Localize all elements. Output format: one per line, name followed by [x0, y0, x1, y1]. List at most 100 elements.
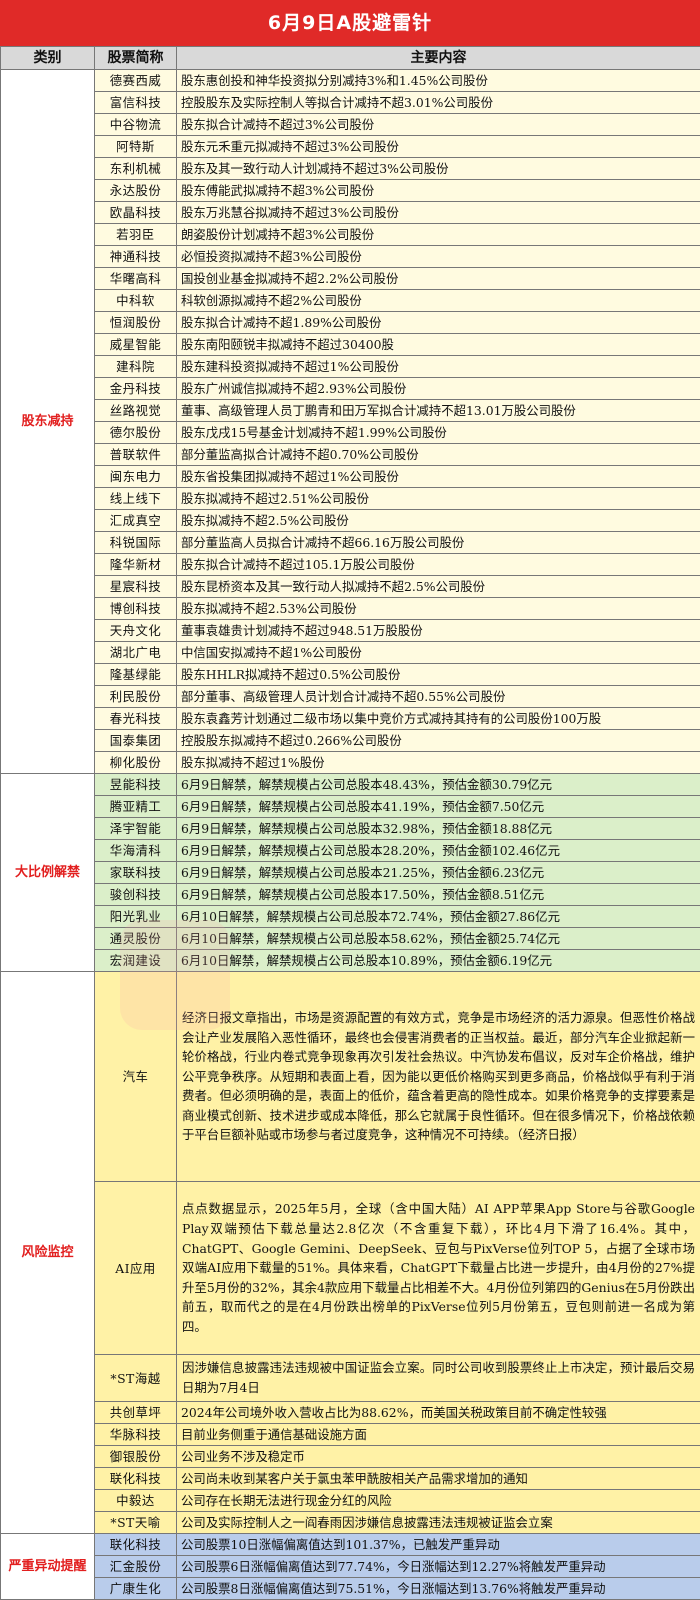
stock-content: 股东省投集团拟减持不超过1%公司股份	[177, 466, 700, 488]
stock-name: 德尔股份	[95, 422, 177, 444]
table-row: 中毅达公司存在长期无法进行现金分红的风险	[1, 1490, 700, 1512]
stock-content: 股东拟合计减持不超1.89%公司股份	[177, 312, 700, 334]
stock-name: 天舟文化	[95, 620, 177, 642]
table-row: 利民股份部分董事、高级管理人员计划合计减持不超0.55%公司股份	[1, 686, 700, 708]
stock-content: 股东广州诚信拟减持不超2.93%公司股份	[177, 378, 700, 400]
table-row: 宏润建设6月10日解禁，解禁规模占公司总股本10.89%，预估金额6.19亿元	[1, 950, 700, 972]
table-row: 若羽臣朗姿股份计划减持不超3%公司股份	[1, 224, 700, 246]
stock-content: 公司及实际控制人之一阎春雨因涉嫌信息披露违法违规被证监会立案	[177, 1512, 700, 1534]
stock-content: 控股股东拟减持不超过0.266%公司股份	[177, 730, 700, 752]
table-row: 汇成真空股东拟减持不超2.5%公司股份	[1, 510, 700, 532]
stock-name: 线上线下	[95, 488, 177, 510]
table-row: 国泰集团控股股东拟减持不超过0.266%公司股份	[1, 730, 700, 752]
stock-name: 汽车	[95, 972, 177, 1182]
stock-content: 点点数据显示，2025年5月，全球（含中国大陆）AI APP苹果App Stor…	[177, 1182, 700, 1355]
table-row: 春光科技股东袁鑫芳计划通过二级市场以集中竞价方式减持其持有的公司股份100万股	[1, 708, 700, 730]
header-content: 主要内容	[177, 47, 700, 70]
stock-name: 神通科技	[95, 246, 177, 268]
header-category: 类别	[1, 47, 95, 70]
stock-name: 共创草坪	[95, 1402, 177, 1424]
table-row: 博创科技股东拟减持不超2.53%公司股份	[1, 598, 700, 620]
stock-name: 联化科技	[95, 1534, 177, 1556]
stock-content: 6月9日解禁，解禁规模占公司总股本48.43%，预估金额30.79亿元	[177, 774, 700, 796]
stock-content: 股东万兆慧谷拟减持不超过3%公司股份	[177, 202, 700, 224]
stock-name: 科锐国际	[95, 532, 177, 554]
stock-name: 富信科技	[95, 92, 177, 114]
table-row: 华脉科技目前业务侧重于通信基础设施方面	[1, 1424, 700, 1446]
stock-content: 股东建科投资拟减持不超过1%公司股份	[177, 356, 700, 378]
stock-name: 闽东电力	[95, 466, 177, 488]
table-row: 恒润股份股东拟合计减持不超1.89%公司股份	[1, 312, 700, 334]
stock-name: 昱能科技	[95, 774, 177, 796]
category-risk: 风险监控	[1, 972, 95, 1534]
table-row: 闽东电力股东省投集团拟减持不超过1%公司股份	[1, 466, 700, 488]
table-row: 柳化股份股东拟减持不超过1%股份	[1, 752, 700, 774]
stock-name: 博创科技	[95, 598, 177, 620]
stock-name: 阳光乳业	[95, 906, 177, 928]
table-row: 线上线下股东拟减持不超过2.51%公司股份	[1, 488, 700, 510]
stock-name: 华曙高科	[95, 268, 177, 290]
stock-content: 股东HHLR拟减持不超过0.5%公司股份	[177, 664, 700, 686]
table-row: 富信科技控股股东及实际控制人等拟合计减持不超3.01%公司股份	[1, 92, 700, 114]
stock-name: 骏创科技	[95, 884, 177, 906]
stock-warning-table: 类别 股票简称 主要内容 股东减持德赛西威股东惠创投和神华投资拟分别减持3%和1…	[0, 46, 700, 1600]
stock-content: 股东拟合计减持不超过105.1万股公司股份	[177, 554, 700, 576]
stock-content: 中信国安拟减持不超1%公司股份	[177, 642, 700, 664]
stock-content: 公司股票6日涨幅偏离值达到77.74%，今日涨幅达到12.27%将触发严重异动	[177, 1556, 700, 1578]
stock-name: *ST海越	[95, 1355, 177, 1402]
table-row: 腾亚精工6月9日解禁，解禁规模占公司总股本41.19%，预估金额7.50亿元	[1, 796, 700, 818]
stock-name: 汇成真空	[95, 510, 177, 532]
stock-content: 朗姿股份计划减持不超3%公司股份	[177, 224, 700, 246]
category-unlock: 大比例解禁	[1, 774, 95, 972]
stock-name: 金丹科技	[95, 378, 177, 400]
table-row: 威星智能股东南阳颐锐丰拟减持不超过30400股	[1, 334, 700, 356]
stock-content: 股东袁鑫芳计划通过二级市场以集中竞价方式减持其持有的公司股份100万股	[177, 708, 700, 730]
stock-name: 普联软件	[95, 444, 177, 466]
stock-name: 若羽臣	[95, 224, 177, 246]
stock-content: 6月10日解禁，解禁规模占公司总股本10.89%，预估金额6.19亿元	[177, 950, 700, 972]
stock-name: 星宸科技	[95, 576, 177, 598]
table-row: 丝路视觉董事、高级管理人员丁鹏青和田万军拟合计减持不超13.01万股公司股份	[1, 400, 700, 422]
stock-name: 华海清科	[95, 840, 177, 862]
stock-name: 建科院	[95, 356, 177, 378]
table-row: 湖北广电中信国安拟减持不超1%公司股份	[1, 642, 700, 664]
table-row: 天舟文化董事袁雄贵计划减持不超过948.51万股股份	[1, 620, 700, 642]
stock-content: 6月9日解禁，解禁规模占公司总股本17.50%，预估金额8.51亿元	[177, 884, 700, 906]
table-row: 隆华新材股东拟合计减持不超过105.1万股公司股份	[1, 554, 700, 576]
stock-name: 德赛西威	[95, 70, 177, 92]
table-row: 泽宇智能6月9日解禁，解禁规模占公司总股本32.98%，预估金额18.88亿元	[1, 818, 700, 840]
header-name: 股票简称	[95, 47, 177, 70]
table-row: 严重异动提醒联化科技公司股票10日涨幅偏离值达到101.37%，已触发严重异动	[1, 1534, 700, 1556]
stock-content: 目前业务侧重于通信基础设施方面	[177, 1424, 700, 1446]
category-reduce: 股东减持	[1, 70, 95, 774]
stock-name: 中谷物流	[95, 114, 177, 136]
stock-name: 利民股份	[95, 686, 177, 708]
stock-content: 部分董监高人员拟合计减持不超66.16万股公司股份	[177, 532, 700, 554]
table-row: 东利机械股东及其一致行动人计划减持不超过3%公司股份	[1, 158, 700, 180]
table-row: 御银股份公司业务不涉及稳定币	[1, 1446, 700, 1468]
table-row: 联化科技公司尚未收到某客户关于氯虫苯甲酰胺相关产品需求增加的通知	[1, 1468, 700, 1490]
table-body: 股东减持德赛西威股东惠创投和神华投资拟分别减持3%和1.45%公司股份富信科技控…	[1, 70, 700, 1600]
stock-content: 6月9日解禁，解禁规模占公司总股本28.20%，预估金额102.46亿元	[177, 840, 700, 862]
stock-name: 恒润股份	[95, 312, 177, 334]
stock-name: 华脉科技	[95, 1424, 177, 1446]
stock-content: 股东戊戌15号基金计划减持不超1.99%公司股份	[177, 422, 700, 444]
table-row: 隆基绿能股东HHLR拟减持不超过0.5%公司股份	[1, 664, 700, 686]
stock-content: 因涉嫌信息披露违法违规被中国证监会立案。同时公司收到股票终止上市决定，预计最后交…	[177, 1355, 700, 1402]
table-row: 华海清科6月9日解禁，解禁规模占公司总股本28.20%，预估金额102.46亿元	[1, 840, 700, 862]
stock-name: 御银股份	[95, 1446, 177, 1468]
table-row: 神通科技必恒投资拟减持不超3%公司股份	[1, 246, 700, 268]
table-row: 风险监控汽车经济日报文章指出，市场是资源配置的有效方式，竞争是市场经济的活力源泉…	[1, 972, 700, 1182]
stock-content: 股东南阳颐锐丰拟减持不超过30400股	[177, 334, 700, 356]
page-title: 6月9日A股避雷针	[0, 0, 700, 46]
table-row: 中谷物流股东拟合计减持不超过3%公司股份	[1, 114, 700, 136]
category-abnormal: 严重异动提醒	[1, 1534, 95, 1600]
table-row: 阿特斯股东元禾重元拟减持不超过3%公司股份	[1, 136, 700, 158]
stock-content: 股东惠创投和神华投资拟分别减持3%和1.45%公司股份	[177, 70, 700, 92]
table-row: 通灵股份6月10日解禁，解禁规模占公司总股本58.62%，预估金额25.74亿元	[1, 928, 700, 950]
stock-name: 春光科技	[95, 708, 177, 730]
stock-content: 2024年公司境外收入营收占比为88.62%，而美国关税政策目前不确定性较强	[177, 1402, 700, 1424]
table-row: *ST海越因涉嫌信息披露违法违规被中国证监会立案。同时公司收到股票终止上市决定，…	[1, 1355, 700, 1402]
table-row: 普联软件部分董监高拟合计减持不超0.70%公司股份	[1, 444, 700, 466]
stock-content: 股东拟合计减持不超过3%公司股份	[177, 114, 700, 136]
